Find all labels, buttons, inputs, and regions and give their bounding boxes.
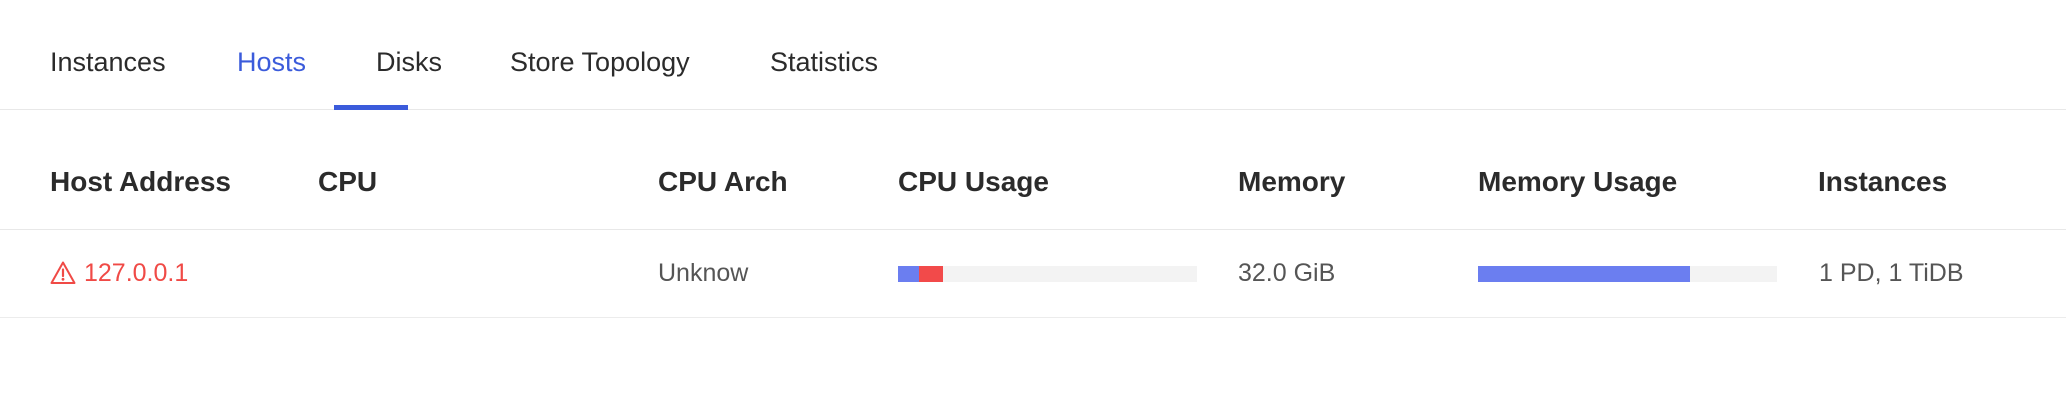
tab-instances[interactable]: Instances xyxy=(50,44,166,80)
cpu-arch-cell: Unknow xyxy=(658,259,749,287)
column-header-instances[interactable]: Instances xyxy=(1818,166,1947,198)
instances-cell: 1 PD, 1 TiDB xyxy=(1819,259,1964,287)
memory-usage-fill xyxy=(1478,266,1691,282)
warning-triangle-icon xyxy=(50,260,76,286)
tab-store-topology[interactable]: Store Topology xyxy=(510,44,690,80)
column-header-memory-usage[interactable]: Memory Usage xyxy=(1478,166,1677,198)
memory-cell: 32.0 GiB xyxy=(1238,259,1336,287)
column-header-host-address[interactable]: Host Address xyxy=(50,166,231,198)
host-address[interactable]: 127.0.0.1 xyxy=(84,256,188,290)
tab-disks[interactable]: Disks xyxy=(376,44,442,80)
cpu-usage-user-segment xyxy=(898,266,919,282)
tab-statistics[interactable]: Statistics xyxy=(770,44,878,80)
column-header-cpu-arch[interactable]: CPU Arch xyxy=(658,166,788,198)
column-header-memory[interactable]: Memory xyxy=(1238,166,1345,198)
cpu-usage-bar xyxy=(898,266,1197,282)
tab-bar: Instances Hosts Disks Store Topology Sta… xyxy=(0,0,2066,110)
cpu-usage-system-segment xyxy=(918,266,943,282)
host-address-cell[interactable]: 127.0.0.1 xyxy=(50,256,188,290)
hosts-table xyxy=(0,110,2066,414)
column-header-cpu-usage[interactable]: CPU Usage xyxy=(898,166,1049,198)
tab-hosts[interactable]: Hosts xyxy=(237,44,306,80)
memory-usage-bar xyxy=(1478,266,1777,282)
column-header-cpu[interactable]: CPU xyxy=(318,166,377,198)
